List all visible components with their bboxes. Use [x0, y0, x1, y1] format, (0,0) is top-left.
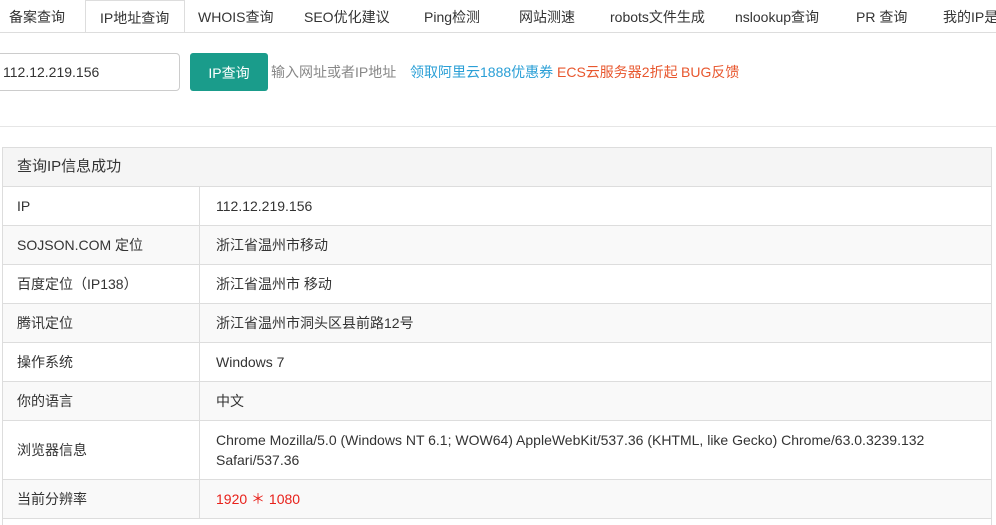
resolution-value: 1920 ＊ 1080	[216, 491, 301, 507]
tab-robots[interactable]: robots文件生成	[610, 0, 705, 32]
query-form: IP查询 输入网址或者IP地址 领取阿里云1888优惠券 ECS云服务器2折起 …	[0, 53, 996, 91]
row-label: 你的语言	[3, 382, 200, 420]
result-panel: 查询IP信息成功 IP 112.12.219.156 SOJSON.COM 定位…	[2, 147, 992, 525]
tab-nslookup[interactable]: nslookup查询	[735, 0, 819, 32]
ip-input[interactable]	[0, 53, 180, 91]
tab-beian[interactable]: 备案查询	[9, 0, 65, 32]
ip-query-button[interactable]: IP查询	[190, 53, 268, 91]
table-row: 腾讯定位 浙江省温州市洞头区县前路12号	[3, 304, 991, 343]
ecs-promo-link[interactable]: ECS云服务器2折起	[557, 53, 678, 91]
table-row: 当前分辨率 1920 ＊ 1080	[3, 480, 991, 519]
tab-seo[interactable]: SEO优化建议	[304, 0, 390, 32]
table-row: 你的语言 中文	[3, 382, 991, 421]
row-value: Windows 7	[216, 354, 285, 370]
tab-my-ip[interactable]: 我的IP是	[943, 0, 996, 32]
tab-whois[interactable]: WHOIS查询	[198, 0, 273, 32]
row-value: 112.12.219.156	[216, 198, 313, 214]
row-label: 百度定位（IP138）	[3, 265, 200, 303]
tool-tab-bar: 备案查询 IP地址查询 WHOIS查询 SEO优化建议 Ping检测 网站测速 …	[0, 0, 996, 33]
table-row: 操作系统 Windows 7	[3, 343, 991, 382]
row-label: 当前分辨率	[3, 480, 200, 518]
row-label: 腾讯定位	[3, 304, 200, 342]
row-label: 浏览器信息	[3, 421, 200, 479]
row-label: 操作系统	[3, 343, 200, 381]
row-label: SOJSON.COM 定位	[3, 226, 200, 264]
aliyun-coupon-link[interactable]: 领取阿里云1888优惠券	[410, 53, 553, 91]
tab-ping[interactable]: Ping检测	[424, 0, 480, 32]
tab-pr[interactable]: PR 查询	[856, 0, 907, 32]
row-label: IP	[3, 187, 200, 225]
row-value: 浙江省温州市 移动	[216, 276, 332, 292]
table-row: 浏览器信息 Chrome Mozilla/5.0 (Windows NT 6.1…	[3, 421, 991, 480]
table-row: SOJSON.COM 定位 浙江省温州市移动	[3, 226, 991, 265]
divider	[0, 126, 996, 127]
row-value: 浙江省温州市洞头区县前路12号	[216, 315, 414, 331]
input-hint: 输入网址或者IP地址	[271, 64, 397, 80]
row-value: 中文	[216, 393, 244, 409]
tab-ip-query[interactable]: IP地址查询	[85, 0, 185, 32]
tab-speed-test[interactable]: 网站测速	[519, 0, 575, 32]
row-value: Chrome Mozilla/5.0 (Windows NT 6.1; WOW6…	[216, 432, 925, 468]
result-title: 查询IP信息成功	[3, 148, 991, 187]
table-row: IP 112.12.219.156	[3, 187, 991, 226]
row-value: 浙江省温州市移动	[216, 237, 328, 253]
bug-report-link[interactable]: BUG反馈	[681, 53, 739, 91]
table-row: 百度定位（IP138） 浙江省温州市 移动	[3, 265, 991, 304]
